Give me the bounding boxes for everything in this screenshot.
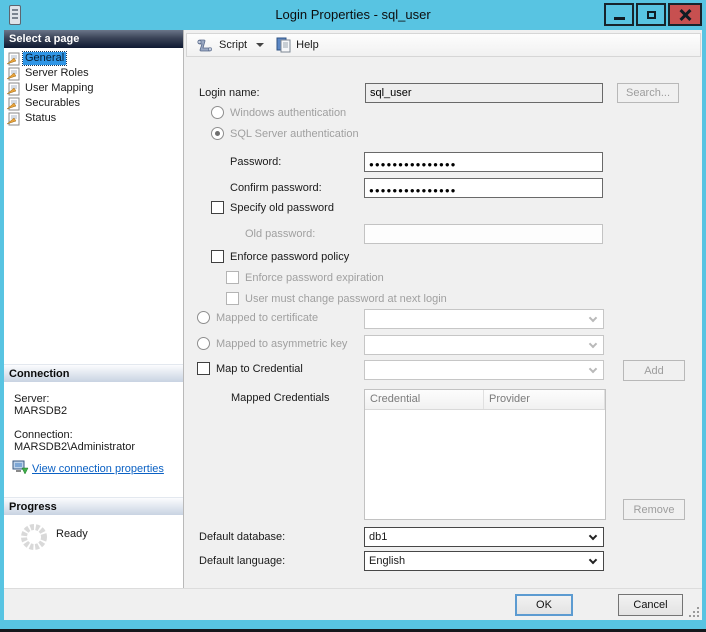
search-button[interactable]: Search... xyxy=(617,83,679,103)
sidebar: Select a page General Server Roles User … xyxy=(4,30,184,588)
must-change-password-label: User must change password at next login xyxy=(245,293,447,305)
credential-combobox[interactable] xyxy=(364,360,604,380)
map-to-credential-label: Map to Credential xyxy=(216,363,303,375)
mapped-credentials-label: Mapped Credentials xyxy=(231,392,329,404)
remove-button[interactable]: Remove xyxy=(623,499,685,520)
combo-chevron-icon xyxy=(589,340,597,348)
connection-properties-icon xyxy=(12,460,29,475)
sidebar-item-status[interactable]: Status xyxy=(6,111,58,126)
default-database-combobox[interactable]: db1 xyxy=(364,527,604,547)
default-database-label: Default database: xyxy=(199,531,285,543)
footer: OK Cancel xyxy=(4,588,702,620)
specify-old-password-checkbox[interactable] xyxy=(211,201,224,214)
toolbar: Script Help xyxy=(186,33,701,57)
mapped-to-certificate-label: Mapped to certificate xyxy=(216,312,318,324)
window-title: Login Properties - sql_user xyxy=(0,7,706,22)
default-language-value: English xyxy=(369,555,405,567)
map-to-credential-checkbox[interactable] xyxy=(197,362,210,375)
must-change-password-checkbox[interactable] xyxy=(226,292,239,305)
page-icon xyxy=(6,97,23,111)
enforce-password-policy-checkbox[interactable] xyxy=(211,250,224,263)
sidebar-item-server-roles[interactable]: Server Roles xyxy=(6,66,91,81)
old-password-label: Old password: xyxy=(245,228,315,240)
certificate-combobox[interactable] xyxy=(364,309,604,329)
page-icon xyxy=(6,82,23,96)
sidebar-item-general[interactable]: General xyxy=(6,51,66,66)
view-connection-properties-link[interactable]: View connection properties xyxy=(32,463,164,475)
default-language-label: Default language: xyxy=(199,555,285,567)
general-page-content: Script Help Login name: Search... Window… xyxy=(185,30,702,588)
select-page-header: Select a page xyxy=(4,30,183,48)
sidebar-item-label: User Mapping xyxy=(23,82,95,95)
resize-grip-icon[interactable] xyxy=(689,607,699,617)
page-icon xyxy=(6,112,23,126)
cancel-button[interactable]: Cancel xyxy=(618,594,683,616)
login-name-input[interactable] xyxy=(365,83,603,103)
progress-spinner-icon xyxy=(18,521,50,553)
mapped-credentials-table[interactable]: Credential Provider xyxy=(364,389,606,520)
minimize-button[interactable] xyxy=(604,3,634,26)
connection-label: Connection: xyxy=(14,429,73,441)
specify-old-password-label: Specify old password xyxy=(230,202,334,214)
login-properties-window: Login Properties - sql_user Select a pag… xyxy=(0,0,706,632)
login-name-label: Login name: xyxy=(199,87,260,99)
mapped-to-asymmetric-key-label: Mapped to asymmetric key xyxy=(216,338,347,350)
confirm-password-label: Confirm password: xyxy=(230,182,322,194)
progress-header: Progress xyxy=(4,497,183,515)
old-password-input[interactable] xyxy=(364,224,603,244)
sql-auth-label: SQL Server authentication xyxy=(230,128,359,140)
script-dropdown-arrow-icon[interactable] xyxy=(256,43,264,47)
server-value: MARSDB2 xyxy=(14,405,67,417)
help-button[interactable]: Help xyxy=(296,39,319,51)
sidebar-item-user-mapping[interactable]: User Mapping xyxy=(6,81,95,96)
page-icon xyxy=(6,67,23,81)
combo-chevron-icon xyxy=(589,556,597,564)
confirm-password-input[interactable] xyxy=(364,178,603,198)
add-button[interactable]: Add xyxy=(623,360,685,381)
enforce-password-policy-label: Enforce password policy xyxy=(230,251,349,263)
sql-auth-radio[interactable] xyxy=(211,127,224,140)
help-icon xyxy=(275,37,291,53)
ok-button[interactable]: OK xyxy=(515,594,573,616)
progress-status: Ready xyxy=(56,528,88,540)
script-button[interactable]: Script xyxy=(219,39,247,51)
close-button[interactable] xyxy=(668,3,702,26)
sidebar-item-label: General xyxy=(23,52,66,65)
server-label: Server: xyxy=(14,393,49,405)
mapped-to-certificate-radio[interactable] xyxy=(197,311,210,324)
combo-chevron-icon xyxy=(589,314,597,322)
connection-value: MARSDB2\Administrator xyxy=(14,441,135,453)
default-database-value: db1 xyxy=(369,531,387,543)
enforce-password-expiration-label: Enforce password expiration xyxy=(245,272,384,284)
minimize-icon xyxy=(614,17,625,20)
sidebar-item-securables[interactable]: Securables xyxy=(6,96,82,111)
sidebar-item-label: Server Roles xyxy=(23,67,91,80)
connection-header: Connection xyxy=(4,364,183,382)
combo-chevron-icon xyxy=(589,532,597,540)
asymmetric-key-combobox[interactable] xyxy=(364,335,604,355)
windows-auth-radio[interactable] xyxy=(211,106,224,119)
close-icon xyxy=(679,9,691,21)
default-language-combobox[interactable]: English xyxy=(364,551,604,571)
script-icon xyxy=(196,37,214,53)
password-label: Password: xyxy=(230,156,281,168)
maximize-icon xyxy=(647,11,656,19)
provider-column-header[interactable]: Provider xyxy=(484,390,605,409)
titlebar[interactable]: Login Properties - sql_user xyxy=(0,0,706,30)
sidebar-item-label: Status xyxy=(23,112,58,125)
table-header-row: Credential Provider xyxy=(365,390,605,410)
maximize-button[interactable] xyxy=(636,3,666,26)
mapped-to-asymmetric-key-radio[interactable] xyxy=(197,337,210,350)
page-icon xyxy=(6,52,23,66)
sidebar-item-label: Securables xyxy=(23,97,82,110)
combo-chevron-icon xyxy=(589,365,597,373)
password-input[interactable] xyxy=(364,152,603,172)
dialog-body: Select a page General Server Roles User … xyxy=(4,30,702,620)
credential-column-header[interactable]: Credential xyxy=(365,390,484,409)
enforce-password-expiration-checkbox[interactable] xyxy=(226,271,239,284)
windows-auth-label: Windows authentication xyxy=(230,107,346,119)
